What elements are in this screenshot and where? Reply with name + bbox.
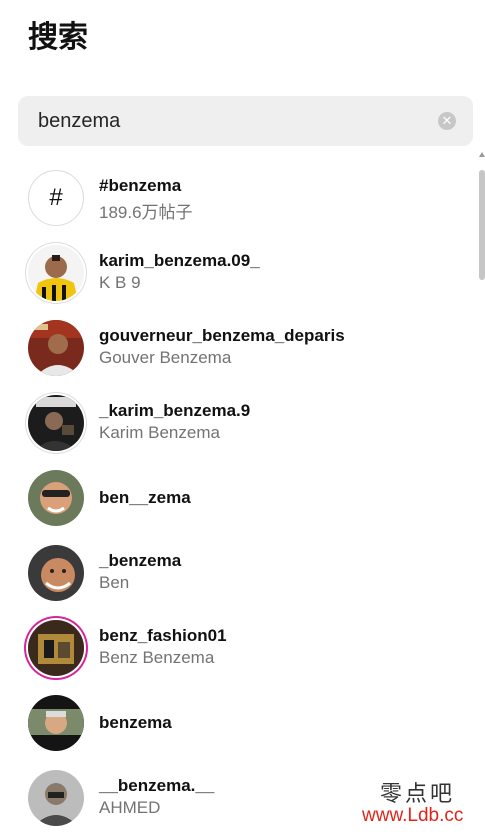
result-primary: benz_fashion01 (99, 626, 227, 645)
scrollbar[interactable] (479, 152, 485, 827)
avatar (28, 545, 84, 601)
result-primary: _benzema (99, 551, 182, 570)
result-primary: #benzema (99, 176, 182, 195)
result-primary: benzema (99, 713, 172, 732)
search-results-list: # #benzema 189.6万帖子 karim_benzema.09_ K … (0, 160, 478, 835)
avatar (28, 245, 84, 301)
search-result-user[interactable]: gouverneur_benzema_deparis Gouver Benzem… (0, 310, 478, 385)
avatar (28, 395, 84, 451)
avatar (28, 470, 84, 526)
scroll-up-icon[interactable] (479, 152, 485, 157)
result-secondary: 189.6万帖子 (99, 203, 193, 222)
result-secondary: K B 9 (99, 273, 141, 292)
scrollbar-thumb[interactable] (479, 170, 485, 280)
avatar (28, 620, 84, 676)
search-result-user[interactable]: karim_benzema.09_ K B 9 (0, 235, 478, 310)
result-primary: karim_benzema.09_ (99, 251, 260, 270)
result-secondary: Ben (99, 573, 130, 592)
result-primary: __benzema.__ (99, 776, 215, 795)
avatar (28, 770, 84, 826)
result-primary: ben__zema (99, 488, 191, 507)
search-result-user[interactable]: ben__zema (0, 460, 478, 535)
avatar (28, 695, 84, 751)
watermark-text: 零点吧 (380, 782, 456, 807)
result-secondary: Gouver Benzema (99, 348, 232, 367)
search-result-hashtag[interactable]: # #benzema 189.6万帖子 (0, 160, 478, 235)
search-result-user[interactable]: _karim_benzema.9 Karim Benzema (0, 385, 478, 460)
clear-search-icon[interactable]: ✕ (438, 112, 456, 130)
search-box[interactable]: ✕ (18, 96, 473, 146)
avatar (28, 320, 84, 376)
watermark-url: www.Ldb.cc (362, 805, 464, 826)
result-secondary: Karim Benzema (99, 423, 220, 442)
page-title: 搜索 (28, 20, 88, 55)
result-secondary: Benz Benzema (99, 648, 215, 667)
search-result-user[interactable]: benz_fashion01 Benz Benzema (0, 610, 478, 685)
result-primary: gouverneur_benzema_deparis (99, 326, 345, 345)
search-result-user[interactable]: _benzema Ben (0, 535, 478, 610)
search-result-user[interactable]: benzema (0, 685, 478, 760)
result-primary: _karim_benzema.9 (99, 401, 251, 420)
result-secondary: AHMED (99, 798, 161, 817)
search-input[interactable] (38, 96, 438, 146)
hashtag-icon: # (28, 170, 84, 226)
